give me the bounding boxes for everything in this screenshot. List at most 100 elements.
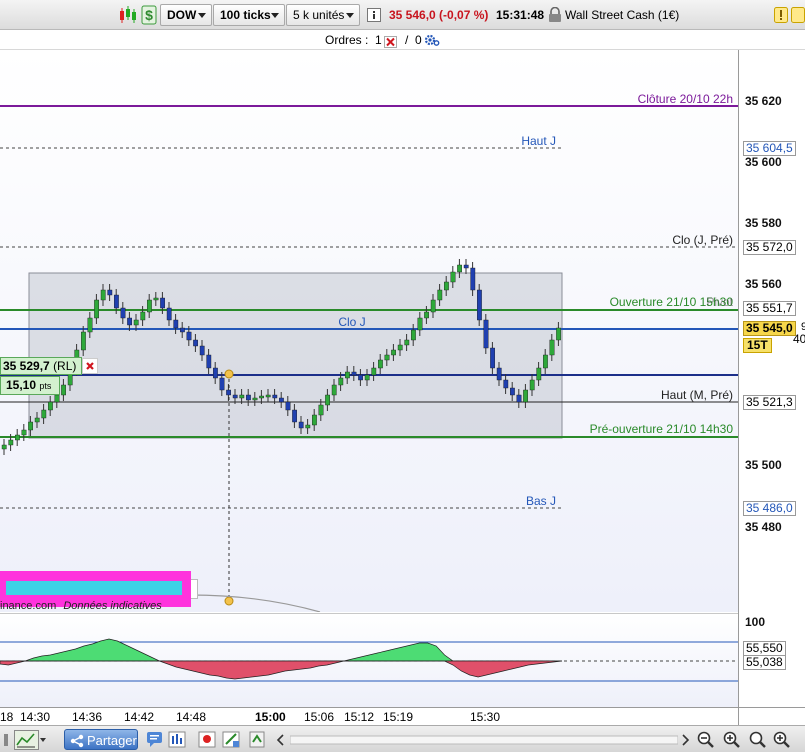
candle-body (397, 344, 403, 351)
widget-handle[interactable] (191, 579, 198, 599)
candle-body (345, 371, 350, 379)
time-tick: 14:42 (124, 710, 155, 724)
order-tag-suffix: (RL) (53, 359, 77, 373)
candle-body (140, 311, 146, 321)
candle-body (14, 434, 20, 441)
candle-body (404, 339, 410, 346)
comment-icon[interactable] (146, 730, 166, 750)
zoom-out-icon[interactable] (696, 730, 716, 750)
time-scrollbar[interactable] (289, 734, 679, 746)
candle-body (87, 317, 93, 333)
price-change: 35 546,0 (-0,07 %) (389, 8, 489, 22)
chart-type-icon[interactable] (14, 730, 46, 750)
candle-body (160, 297, 165, 309)
candle-body (199, 345, 205, 356)
timeframe-select[interactable]: 100 ticks (213, 4, 285, 26)
close-icon[interactable] (82, 358, 98, 374)
units-value: 5 k unités (293, 8, 345, 22)
candle-body (477, 289, 482, 321)
candle-body (206, 354, 212, 369)
scroll-right-icon[interactable] (678, 730, 692, 750)
alert-icon[interactable] (791, 7, 805, 23)
template-icon[interactable] (248, 730, 268, 750)
warning-icon[interactable] (774, 7, 788, 23)
close-icon[interactable] (384, 34, 397, 48)
candle-body (179, 327, 185, 333)
candle-body (490, 347, 495, 369)
candle-body (219, 377, 225, 391)
candle-body (80, 331, 86, 351)
indicator-canvas[interactable] (0, 614, 738, 708)
quote-time: 15:31:48 (496, 8, 545, 22)
candle-body (166, 307, 172, 321)
share-button[interactable]: Partager (64, 729, 138, 750)
dollar-sign-icon[interactable]: $ (141, 5, 157, 25)
candle-body (331, 384, 337, 396)
order-pts-tag[interactable]: 15,10 pts (0, 376, 60, 395)
chevron-down-icon (198, 13, 206, 18)
candle-body (107, 289, 113, 296)
candle-body (378, 359, 383, 369)
time-tick: 15:19 (383, 710, 414, 724)
instrument-select[interactable]: DOW (160, 4, 212, 26)
orders-label: Ordres : (325, 33, 369, 47)
time-tick: 15:30 (470, 710, 501, 724)
marker-dot-bottom[interactable] (224, 596, 234, 606)
candle-body (536, 367, 542, 381)
candle-body (424, 311, 429, 319)
orders-open-count[interactable]: 1 (375, 30, 382, 50)
units-select[interactable]: 5 k unités (286, 4, 360, 26)
time-tick: 18 (0, 710, 14, 724)
candle-body (338, 377, 344, 386)
info-icon[interactable] (367, 8, 381, 22)
alert-bell-icon[interactable] (198, 730, 218, 750)
time-tick: 15:00 (255, 710, 286, 724)
indicator-value-box: 55,038 (743, 655, 786, 670)
gear-icon[interactable] (424, 33, 440, 47)
price-axis[interactable]: 35 620 35 604,5 35 600 35 580 35 572,0 3… (738, 50, 805, 707)
chart-canvas[interactable]: Clôture 20/10 22h Haut J Clo (J, Pré) Ou… (0, 50, 738, 613)
candle-body (318, 404, 324, 416)
order-pts-unit: pts (39, 381, 52, 391)
candlestick-icon[interactable] (118, 5, 138, 25)
indicator-panel[interactable] (0, 613, 738, 707)
candle-body (239, 394, 245, 399)
candle-body (259, 395, 264, 399)
chevron-down-icon (271, 13, 279, 18)
drawing-tools-icon[interactable] (222, 730, 242, 750)
zoom-reset-icon[interactable] (748, 730, 768, 750)
scroll-left-double-icon[interactable] (274, 730, 288, 750)
current-price-box[interactable]: 35 545,0 (743, 321, 796, 336)
time-tick: 15:12 (344, 710, 375, 724)
candle-body (41, 409, 47, 419)
share-icon (70, 733, 84, 748)
price-tick: 35 560 (745, 277, 782, 291)
indicator-value-box: 55,550 (743, 641, 786, 656)
orders-pending-count[interactable]: 0 (415, 30, 422, 50)
candle-body (483, 319, 489, 349)
price-chart[interactable]: Clôture 20/10 22h Haut J Clo (J, Pré) Ou… (0, 50, 738, 613)
svg-text:$: $ (145, 7, 153, 23)
time-axis[interactable]: 18 14:30 14:36 14:42 14:48 15:00 15:06 1… (0, 707, 738, 725)
ouverture-price-box: 35 551,7 (743, 301, 796, 316)
time-tick: 14:36 (72, 710, 103, 724)
partial-price-digit: 9 (801, 321, 805, 333)
resize-grip-icon[interactable] (2, 730, 10, 750)
chevron-down-icon (346, 13, 354, 18)
order-price-tag[interactable]: 35 529,7 (RL) (0, 357, 82, 375)
scroll-curve (189, 594, 321, 613)
candle-body (371, 367, 377, 376)
toolbar: $ DOW 100 ticks 5 k unités 35 546,0 (-0,… (0, 0, 805, 30)
candle-body (556, 327, 562, 341)
source-text: inance.com Données indicatives (0, 600, 162, 612)
marker-dot-top[interactable] (224, 369, 234, 379)
instrument-value: DOW (167, 8, 197, 22)
candle-body (496, 367, 502, 381)
oscillator-group (0, 638, 563, 680)
oscillator-negative (0, 660, 563, 680)
axis-corner (738, 707, 805, 725)
indicators-icon[interactable] (168, 730, 188, 750)
zoom-in-icon[interactable] (722, 730, 742, 750)
zoom-fit-icon[interactable] (772, 730, 792, 750)
candle-body (186, 331, 192, 341)
